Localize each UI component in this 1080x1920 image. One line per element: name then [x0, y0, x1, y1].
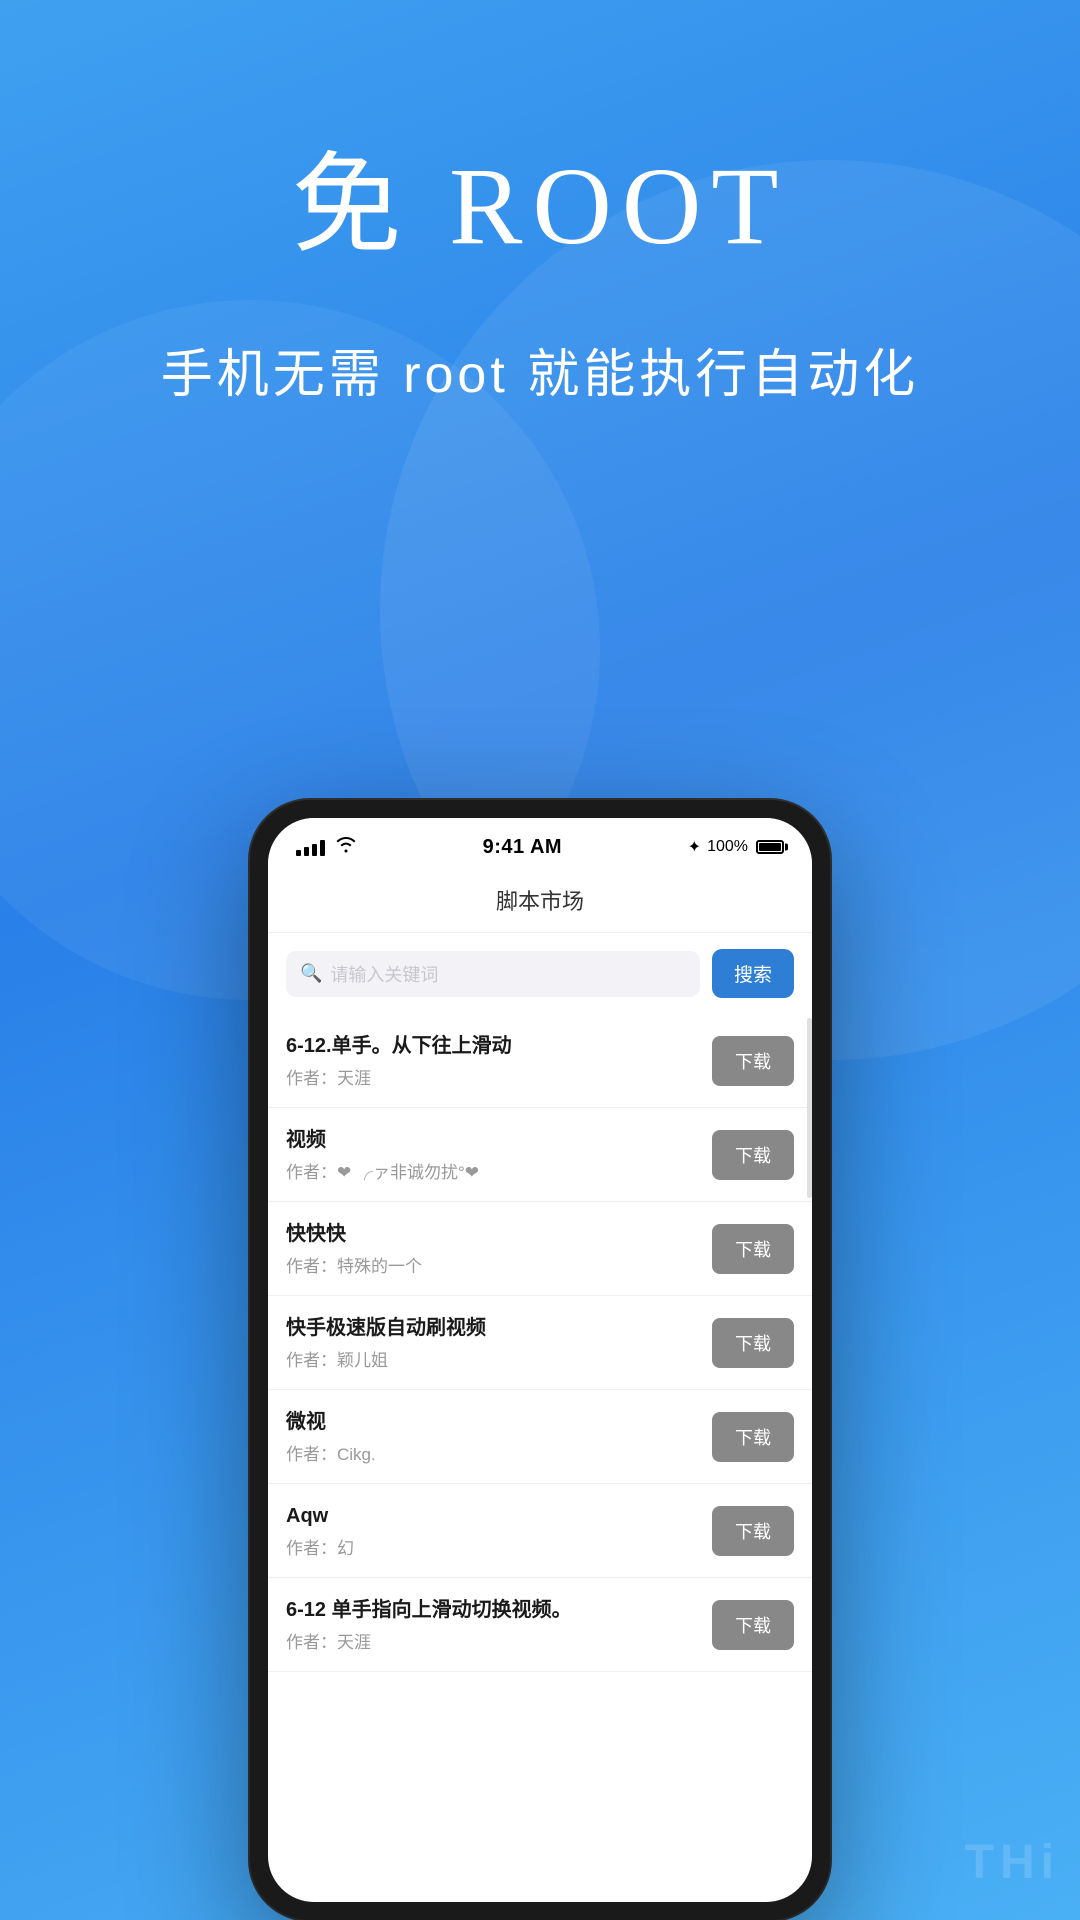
app-header: 脚本市场 — [268, 870, 812, 933]
script-info: Aqw 作者：幻 — [286, 1502, 700, 1559]
script-author: 作者：颖儿姐 — [286, 1346, 700, 1371]
battery-icon — [756, 840, 784, 854]
script-author: 作者：天涯 — [286, 1064, 700, 1089]
signal-bar-1 — [296, 850, 301, 856]
phone-mockup: 9:41 AM ✦ 100% 脚本市场 🔍 请输入关键词 — [250, 800, 830, 1920]
hero-section: 免 ROOT 手机无需 root 就能执行自动化 — [0, 0, 1080, 407]
script-item: 6-12 单手指向上滑动切换视频。作者：天涯下载 — [268, 1578, 812, 1672]
battery-percent: 100% — [707, 838, 748, 856]
script-item: 6-12.单手。从下往上滑动作者：天涯下载 — [268, 1014, 812, 1108]
script-author: 作者：❤ ╭ァ非诚勿扰°❤ — [286, 1158, 700, 1183]
script-info: 快快快作者：特殊的一个 — [286, 1220, 700, 1277]
script-name: 视频 — [286, 1126, 700, 1154]
search-icon: 🔍 — [300, 963, 322, 984]
signal-bar-3 — [312, 844, 317, 856]
battery-fill — [759, 843, 781, 851]
script-name: 6-12 单手指向上滑动切换视频。 — [286, 1596, 700, 1624]
script-item: Aqw 作者：幻下载 — [268, 1484, 812, 1578]
bluetooth-icon: ✦ — [688, 837, 701, 857]
script-info: 微视作者：Cikg. — [286, 1408, 700, 1465]
script-name: 6-12.单手。从下往上滑动 — [286, 1032, 700, 1060]
script-item: 快手极速版自动刷视频作者：颖儿姐下载 — [268, 1296, 812, 1390]
search-input-wrap[interactable]: 🔍 请输入关键词 — [286, 951, 700, 997]
script-info: 6-12 单手指向上滑动切换视频。作者：天涯 — [286, 1596, 700, 1653]
script-info: 6-12.单手。从下往上滑动作者：天涯 — [286, 1032, 700, 1089]
phone-screen: 9:41 AM ✦ 100% 脚本市场 🔍 请输入关键词 — [268, 818, 812, 1902]
status-right: ✦ 100% — [688, 837, 784, 857]
download-button[interactable]: 下载 — [712, 1600, 794, 1650]
bottom-label: THi — [965, 1835, 1080, 1890]
script-name: 快手极速版自动刷视频 — [286, 1314, 700, 1342]
hero-subtitle: 手机无需 root 就能执行自动化 — [0, 332, 1080, 407]
signal-bars — [296, 838, 325, 856]
script-author: 作者：特殊的一个 — [286, 1252, 700, 1277]
script-author: 作者：Cikg. — [286, 1440, 700, 1465]
search-area: 🔍 请输入关键词 搜索 — [268, 933, 812, 1014]
phone-mockup-container: 9:41 AM ✦ 100% 脚本市场 🔍 请输入关键词 — [250, 800, 830, 1920]
status-left — [296, 837, 357, 858]
scroll-indicator — [807, 1018, 812, 1198]
signal-bar-2 — [304, 847, 309, 856]
download-button[interactable]: 下载 — [712, 1130, 794, 1180]
signal-bar-4 — [320, 840, 325, 856]
script-name: 微视 — [286, 1408, 700, 1436]
wifi-icon — [335, 837, 357, 858]
script-info: 视频作者：❤ ╭ァ非诚勿扰°❤ — [286, 1126, 700, 1183]
script-item: 视频作者：❤ ╭ァ非诚勿扰°❤下载 — [268, 1108, 812, 1202]
status-time: 9:41 AM — [483, 836, 562, 859]
download-button[interactable]: 下载 — [712, 1318, 794, 1368]
script-name: Aqw — [286, 1502, 700, 1530]
app-title: 脚本市场 — [496, 889, 584, 914]
download-button[interactable]: 下载 — [712, 1224, 794, 1274]
status-bar: 9:41 AM ✦ 100% — [268, 818, 812, 870]
hero-title: 免 ROOT — [0, 140, 1080, 272]
script-name: 快快快 — [286, 1220, 700, 1248]
script-item: 快快快作者：特殊的一个下载 — [268, 1202, 812, 1296]
download-button[interactable]: 下载 — [712, 1412, 794, 1462]
script-author: 作者：幻 — [286, 1534, 700, 1559]
download-button[interactable]: 下载 — [712, 1036, 794, 1086]
download-button[interactable]: 下载 — [712, 1506, 794, 1556]
search-button[interactable]: 搜索 — [712, 949, 794, 998]
script-info: 快手极速版自动刷视频作者：颖儿姐 — [286, 1314, 700, 1371]
script-list: 6-12.单手。从下往上滑动作者：天涯下载视频作者：❤ ╭ァ非诚勿扰°❤下载快快… — [268, 1014, 812, 1672]
search-placeholder: 请输入关键词 — [330, 961, 438, 987]
script-item: 微视作者：Cikg.下载 — [268, 1390, 812, 1484]
script-author: 作者：天涯 — [286, 1628, 700, 1653]
